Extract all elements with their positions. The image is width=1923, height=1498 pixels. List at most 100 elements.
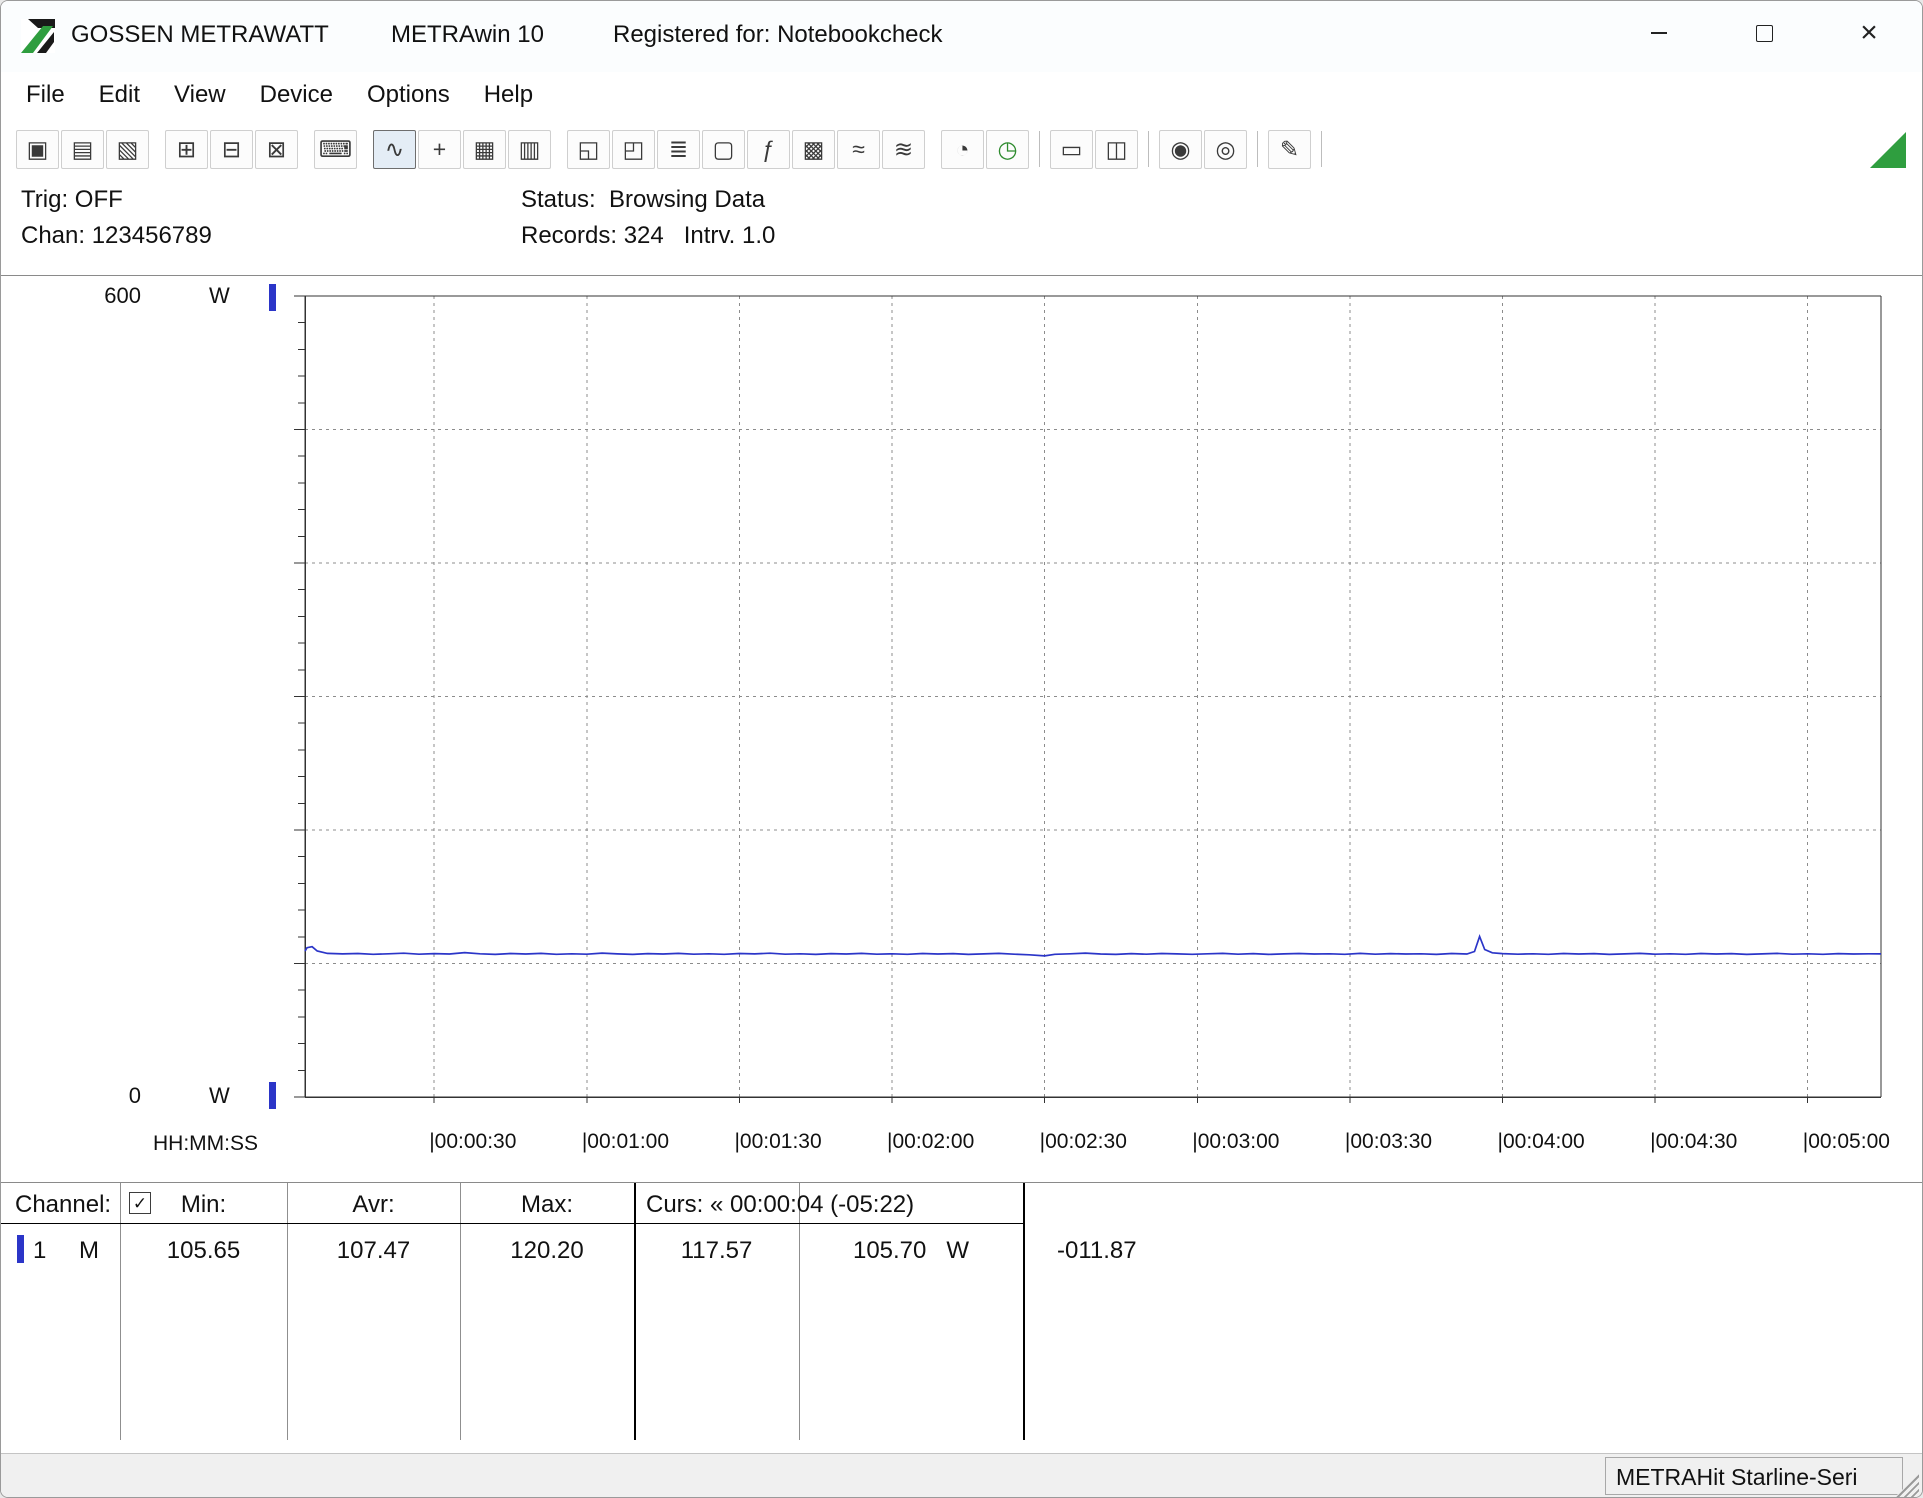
status-bar: METRAHit Starline-Seri [1,1453,1922,1498]
menu-device[interactable]: Device [243,72,350,118]
trigger-status: Trig: OFF [21,186,123,214]
crosshair-icon: + [433,138,446,161]
scope-small-icon: ≈ [852,138,865,161]
export-text-button[interactable]: ⊞ [165,130,208,169]
table-divider [1023,1183,1025,1440]
menu-view[interactable]: View [157,72,243,118]
monitor-icon: ▢ [713,138,735,161]
close-icon: × [1860,18,1878,48]
bar-graph-icon: ▥ [519,138,541,161]
print-icon: ▭ [1061,138,1083,161]
export-window-button[interactable]: ◱ [567,130,610,169]
menu-file[interactable]: File [9,72,82,118]
x-tick-label: |00:05:00 [1803,1130,1890,1154]
line-chart-icon: ∿ [385,138,404,161]
export-text-icon: ⊞ [177,138,196,161]
toolbar-separator [1039,131,1040,167]
data-table-button[interactable]: ▦ [463,130,506,169]
x-tick-label: |00:04:00 [1498,1130,1585,1154]
toolbar: ▣ ▤ ▧ ⊞ ⊟ ⊠ ⌨ ∿ + ▦ ▥ ◱ ◰ ≣ ▢ ƒ ▩ ≈ ≋ ◔ ◷ ▭ ◫ ◉ ◎ ✎ [1,118,1922,180]
channel-number-cell: 1 [33,1237,46,1265]
numeric-display-button[interactable]: ⌨ [314,130,357,169]
export-device-button[interactable]: ⊟ [210,130,253,169]
table-divider [287,1183,288,1440]
avr-value-cell: 107.47 [287,1237,460,1265]
title-registered: Registered for: Notebookcheck [613,21,943,49]
minimize-button[interactable] [1631,9,1687,57]
max-column-header: Max: [460,1191,634,1219]
maximize-icon [1756,25,1773,42]
title-vendor: GOSSEN METRAWATT [71,21,329,49]
monitor-button[interactable]: ▢ [702,130,745,169]
meter-icon: ◔ [956,138,970,161]
zoom-time-icon: ◉ [1170,138,1190,161]
formula-icon: ƒ [762,138,775,161]
scope-button[interactable]: ≋ [882,130,925,169]
import-window-icon: ◰ [623,138,645,161]
open-file-button[interactable]: ▧ [106,130,149,169]
import-window-button[interactable]: ◰ [612,130,655,169]
annotation-button[interactable]: ✎ [1268,130,1311,169]
min-value-cell: 105.65 [120,1237,287,1265]
y-axis-min-label: 0 [61,1083,141,1109]
crosshair-button[interactable]: + [418,130,461,169]
x-tick-label: |00:01:00 [582,1130,669,1154]
print-preview-icon: ◫ [1106,138,1128,161]
app-logo-icon [21,19,55,53]
corner-resize-triangle-icon [1870,132,1906,168]
open-file-icon: ▧ [117,138,139,161]
power-chart[interactable] [1,276,1923,1183]
device-panel-button[interactable]: ▩ [792,130,835,169]
y-axis-unit-top: W [209,283,230,309]
table-divider [799,1183,800,1440]
y-axis-unit-bottom: W [209,1083,230,1109]
channel-mode-cell: M [79,1237,99,1265]
annotation-icon: ✎ [1280,138,1299,161]
toolbar-separator [1321,131,1322,167]
menu-edit[interactable]: Edit [82,72,157,118]
save-screen-button[interactable]: ▤ [61,130,104,169]
cursor-b-unit: W [946,1237,969,1265]
save-data-icon: ▣ [27,138,49,161]
x-tick-label: |00:02:30 [1040,1130,1127,1154]
title-bar[interactable]: GOSSEN METRAWATT METRAwin 10 Registered … [1,1,1922,72]
meter-button[interactable]: ◔ [941,130,984,169]
table-divider [634,1183,636,1440]
y-axis-max-label: 600 [61,283,141,309]
import-device-button[interactable]: ⊠ [255,130,298,169]
maximize-button[interactable] [1736,9,1792,57]
max-value-cell: 120.20 [460,1237,634,1265]
zoom-time-button[interactable]: ◉ [1159,130,1202,169]
minimize-icon [1651,32,1667,34]
menu-help[interactable]: Help [467,72,550,118]
records-status: Records: 324 Intrv. 1.0 [521,222,775,250]
toolbar-separator [1257,131,1258,167]
avr-column-header: Avr: [287,1191,460,1219]
cursor-delta-cell: -011.87 [1057,1237,1137,1265]
title-app-name: METRAwin 10 [391,21,544,49]
channel-color-marker [17,1235,24,1263]
x-tick-label: |00:02:00 [887,1130,974,1154]
print-button[interactable]: ▭ [1050,130,1093,169]
x-tick-label: |00:04:30 [1650,1130,1737,1154]
x-tick-label: |00:03:00 [1192,1130,1279,1154]
save-data-button[interactable]: ▣ [16,130,59,169]
timer-icon: ◷ [997,138,1017,161]
cursor-a-value-cell: 117.57 [634,1237,799,1265]
close-button[interactable]: × [1841,9,1897,57]
zoom-amplitude-button[interactable]: ◎ [1204,130,1247,169]
scope-icon: ≋ [894,138,913,161]
status-area: Trig: OFF Chan: 123456789 Status: Browsi… [1,180,1922,275]
print-preview-button[interactable]: ◫ [1095,130,1138,169]
export-device-icon: ⊟ [222,138,241,161]
formula-button[interactable]: ƒ [747,130,790,169]
profile-button[interactable]: ≣ [657,130,700,169]
x-tick-label: |00:01:30 [734,1130,821,1154]
zoom-amplitude-icon: ◎ [1215,138,1235,161]
timer-button[interactable]: ◷ [986,130,1029,169]
menu-options[interactable]: Options [350,72,467,118]
bar-graph-button[interactable]: ▥ [508,130,551,169]
scope-small-button[interactable]: ≈ [837,130,880,169]
x-axis-caption: HH:MM:SS [153,1132,258,1156]
line-chart-button[interactable]: ∿ [373,130,416,169]
